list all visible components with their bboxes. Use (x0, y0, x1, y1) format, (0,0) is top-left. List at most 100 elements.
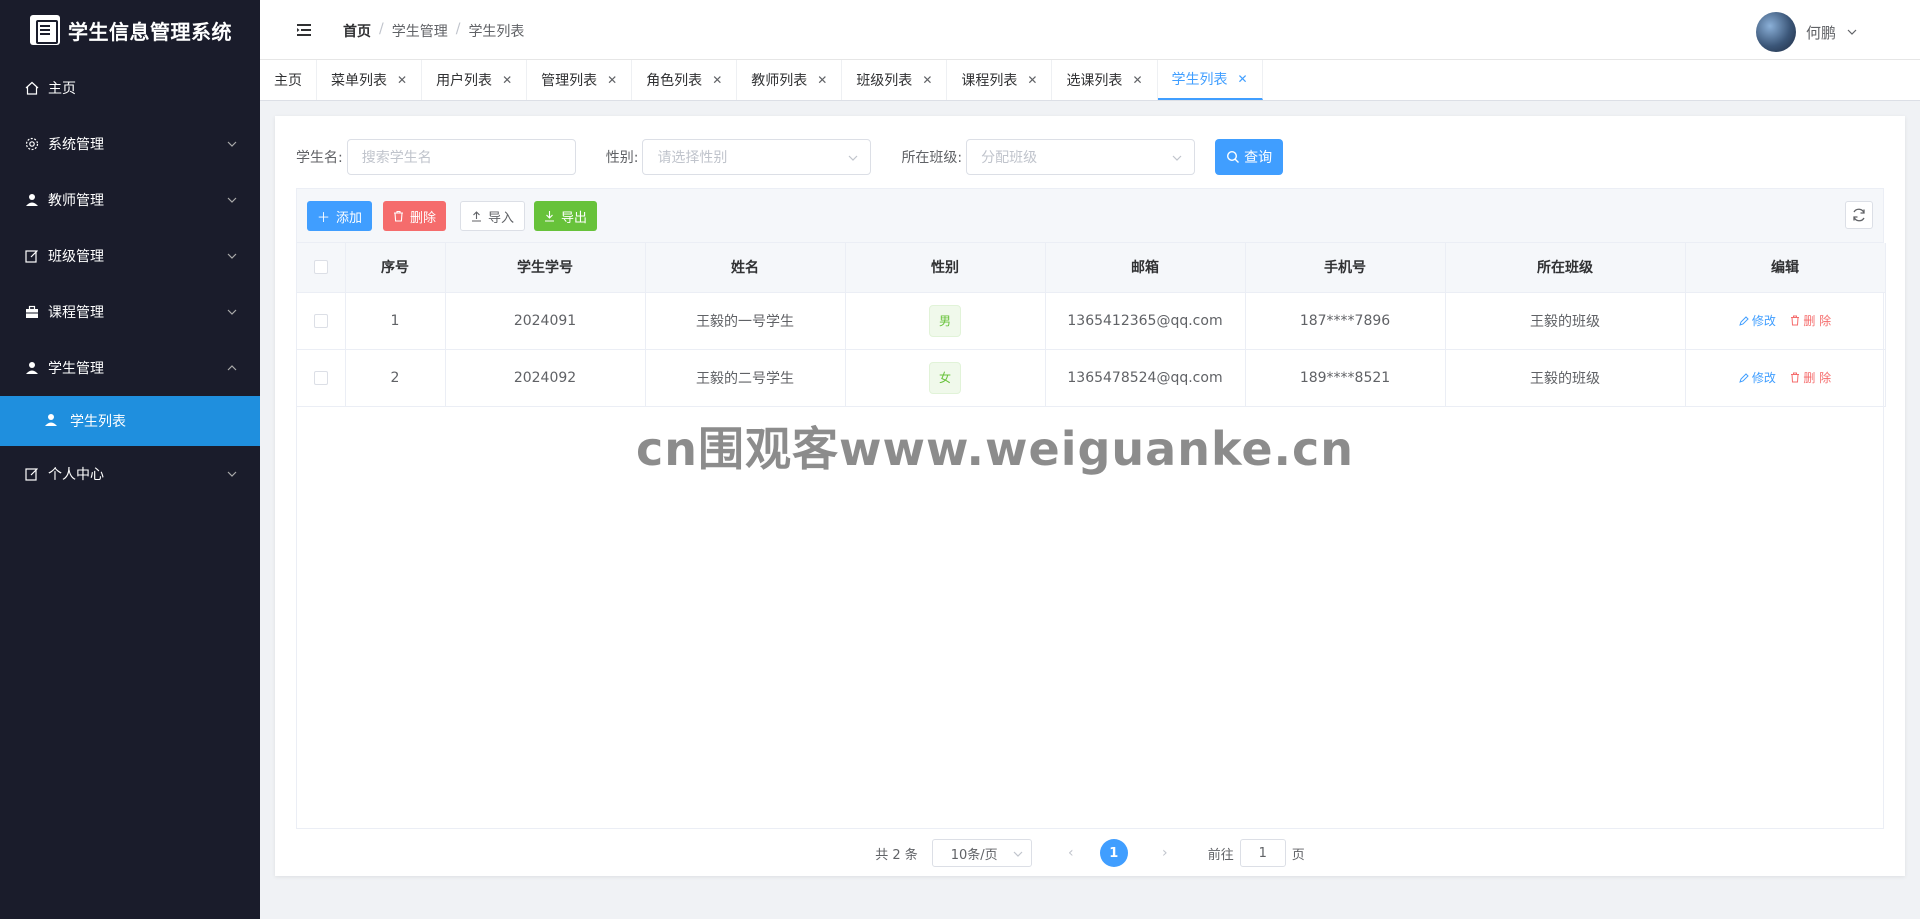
student-name-input[interactable]: 搜索学生名 (346, 139, 576, 175)
cell-email: 1365478524@qq.com (1045, 349, 1246, 407)
tab-class-list[interactable]: 班级列表 ✕ (842, 60, 948, 100)
export-button[interactable]: 导出 (534, 201, 598, 231)
table-row: 2 2024092 王毅的二号学生 女 1365478524@qq.com 18… (297, 349, 1886, 407)
username[interactable]: 何鹏 (1806, 22, 1836, 43)
menu-toggle-icon[interactable] (296, 22, 312, 38)
tab-user-list[interactable]: 用户列表 ✕ (422, 60, 528, 100)
trash-icon (1791, 372, 1800, 382)
search-icon (1227, 150, 1240, 163)
briefcase-icon (24, 304, 40, 320)
cell-gender: 男 (845, 292, 1046, 350)
tab-role-list[interactable]: 角色列表 ✕ (632, 60, 738, 100)
delete-button[interactable]: 删 除 (1790, 369, 1831, 386)
tab-student-list[interactable]: 学生列表 ✕ (1157, 60, 1263, 100)
close-icon[interactable]: ✕ (607, 73, 617, 87)
pagination: 共 2 条 10条/页 ‹ 1 › 前往 1 页 (275, 839, 1905, 867)
cell-student-no: 2024091 (445, 292, 646, 350)
table-row: 1 2024091 王毅的一号学生 男 1365412365@qq.com 18… (297, 292, 1886, 350)
prev-page-button[interactable]: ‹ (1056, 845, 1086, 861)
delete-label: 删 除 (1803, 370, 1832, 385)
pagination-total: 共 2 条 (875, 847, 918, 863)
sidebar-item-classes[interactable]: 班级管理 (0, 228, 260, 284)
tab-label: 菜单列表 (331, 73, 387, 89)
cell-index: 1 (345, 292, 446, 350)
gender-select[interactable]: 请选择性别 (642, 139, 872, 175)
cell-actions: 修改 删 除 (1685, 292, 1886, 350)
trash-icon (394, 210, 403, 222)
close-icon[interactable]: ✕ (397, 73, 407, 87)
tab-menu-list[interactable]: 菜单列表 ✕ (317, 60, 423, 100)
close-icon[interactable]: ✕ (922, 73, 932, 87)
column-header: 邮箱 (1045, 243, 1246, 293)
row-checkbox[interactable] (313, 313, 328, 328)
sidebar-item-label: 系统管理 (48, 137, 104, 153)
tab-home[interactable]: 主页 (260, 60, 317, 100)
edit-button[interactable]: 修改 (1739, 312, 1776, 329)
next-page-button[interactable]: › (1150, 845, 1180, 861)
breadcrumb-item: 学生管理 (391, 24, 448, 40)
chevron-down-icon (227, 141, 237, 147)
breadcrumb-home[interactable]: 首页 (343, 21, 371, 41)
cell-name: 王毅的二号学生 (645, 349, 846, 407)
page-number-current[interactable]: 1 (1099, 839, 1128, 867)
delete-button[interactable]: 删 除 (1790, 312, 1831, 329)
breadcrumb-separator: / (379, 21, 384, 37)
batch-delete-button[interactable]: 删除 (383, 201, 447, 231)
column-header: 手机号 (1245, 243, 1446, 293)
user-icon (24, 360, 40, 376)
close-icon[interactable]: ✕ (712, 73, 722, 87)
tab-admin-list[interactable]: 管理列表 ✕ (527, 60, 633, 100)
download-icon (545, 211, 554, 222)
tab-label: 管理列表 (541, 73, 598, 89)
sidebar-item-profile[interactable]: 个人中心 (0, 446, 260, 502)
edit-icon (1739, 372, 1749, 383)
close-icon[interactable]: ✕ (1132, 73, 1142, 87)
delete-label: 删 除 (1803, 313, 1832, 328)
sidebar-item-teachers[interactable]: 教师管理 (0, 172, 260, 228)
refresh-button[interactable] (1845, 201, 1873, 229)
row-select-cell (297, 349, 346, 407)
sidebar-item-system[interactable]: 系统管理 (0, 116, 260, 172)
close-icon[interactable]: ✕ (1027, 73, 1037, 87)
user-menu[interactable]: 何鹏 (1755, 12, 1858, 52)
sidebar-subitem-student-list[interactable]: 学生列表 (0, 396, 260, 446)
tab-enrollment-list[interactable]: 选课列表 ✕ (1052, 60, 1158, 100)
chevron-down-icon (227, 253, 237, 259)
page-size-value: 10条/页 (950, 847, 998, 863)
sidebar-item-courses[interactable]: 课程管理 (0, 284, 260, 340)
sidebar-item-students[interactable]: 学生管理 (0, 340, 260, 396)
close-icon[interactable]: ✕ (817, 73, 827, 87)
sidebar-item-label: 个人中心 (48, 467, 104, 483)
select-all-checkbox[interactable] (313, 260, 328, 275)
sidebar-item-home[interactable]: 主页 (0, 60, 260, 116)
tab-teacher-list[interactable]: 教师列表 ✕ (737, 60, 843, 100)
chevron-up-icon (227, 365, 237, 371)
query-label: 查询 (1244, 150, 1273, 166)
tab-label: 选课列表 (1066, 73, 1123, 89)
tab-label: 角色列表 (646, 73, 703, 89)
student-name-placeholder: 搜索学生名 (361, 150, 432, 166)
edit-button[interactable]: 修改 (1739, 369, 1776, 386)
sidebar-item-label: 班级管理 (48, 249, 104, 265)
edit-icon (24, 248, 40, 264)
close-icon[interactable]: ✕ (1238, 72, 1248, 86)
gender-label: 性别: (605, 150, 639, 166)
class-select[interactable]: 分配班级 (966, 139, 1196, 175)
close-icon[interactable]: ✕ (502, 73, 512, 87)
avatar[interactable] (1755, 12, 1796, 52)
row-checkbox[interactable] (313, 370, 328, 385)
breadcrumb-item: 学生列表 (468, 24, 525, 40)
add-button[interactable]: ＋ 添加 (307, 201, 373, 231)
sidebar-subitem-label: 学生列表 (70, 414, 126, 430)
goto-page-input[interactable]: 1 (1239, 839, 1286, 867)
gender-placeholder: 请选择性别 (657, 150, 728, 166)
class-placeholder: 分配班级 (981, 150, 1038, 166)
cell-email: 1365412365@qq.com (1045, 292, 1246, 350)
query-button[interactable]: 查询 (1215, 139, 1284, 175)
chevron-down-icon (1172, 155, 1182, 161)
table-header-row: 序号 学生学号 姓名 性别 邮箱 手机号 所在班级 编辑 (297, 243, 1886, 293)
tab-course-list[interactable]: 课程列表 ✕ (947, 60, 1053, 100)
column-header: 所在班级 (1445, 243, 1686, 293)
page-size-select[interactable]: 10条/页 (931, 839, 1032, 867)
import-button[interactable]: 导入 (460, 201, 526, 231)
